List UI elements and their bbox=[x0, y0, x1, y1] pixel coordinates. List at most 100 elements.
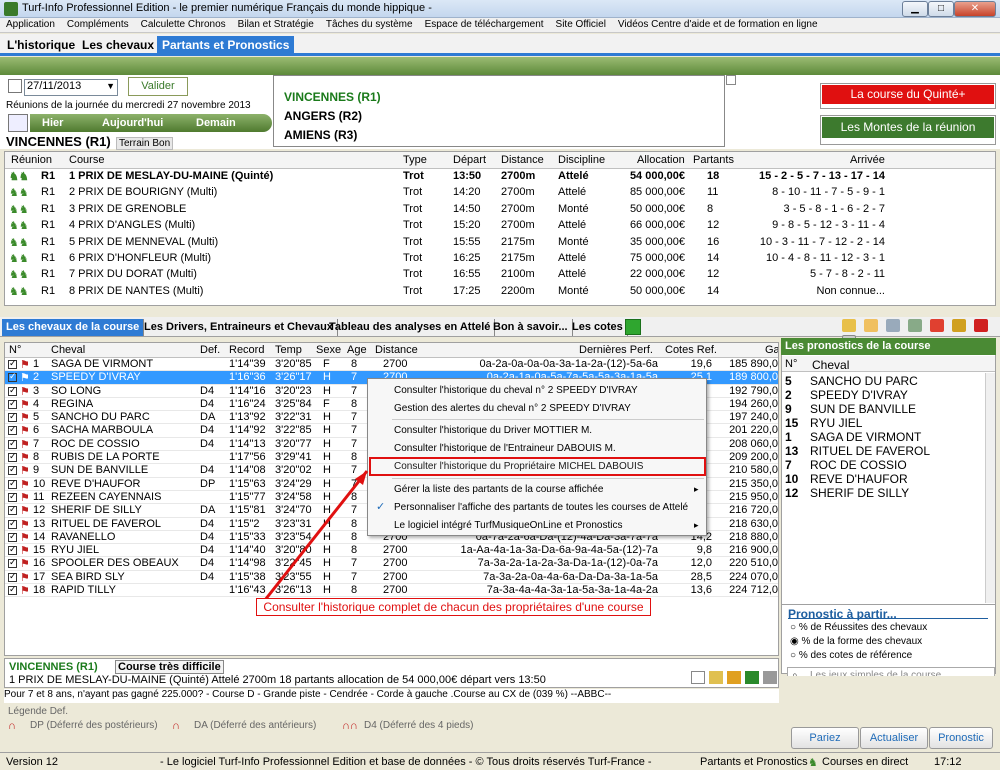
tab-chevaux[interactable]: Les chevaux bbox=[77, 36, 159, 55]
reunion-item-amiens[interactable]: AMIENS (R3) bbox=[284, 128, 357, 142]
col-record[interactable]: Record bbox=[229, 344, 264, 356]
calendar-icon[interactable] bbox=[8, 79, 22, 93]
checkbox[interactable] bbox=[8, 571, 17, 582]
col-def[interactable]: Def. bbox=[200, 344, 220, 356]
copy-icon[interactable] bbox=[886, 319, 900, 332]
col-reunion[interactable]: Réunion bbox=[11, 154, 52, 166]
close-button[interactable]: ✕ bbox=[954, 1, 996, 17]
valider-button[interactable]: Valider bbox=[128, 77, 188, 96]
horse-row[interactable]: ⚑16SPOOLER DES OBEAUXD41'14"983'22"45H72… bbox=[5, 557, 778, 571]
note-icon[interactable] bbox=[842, 319, 856, 332]
col-age[interactable]: Age bbox=[347, 344, 367, 356]
prono-item[interactable]: 10 REVE D'HAUFOR bbox=[785, 472, 908, 486]
menu-item-site[interactable]: Site Officiel bbox=[550, 18, 612, 30]
menu-item-calculette[interactable]: Calculette Chronos bbox=[135, 18, 232, 30]
prono-item[interactable]: 1 SAGA DE VIRMONT bbox=[785, 430, 921, 444]
horse-row[interactable]: ⚑15RYU JIELD41'14"403'20"80H827001a-Aa-4… bbox=[5, 544, 778, 558]
hier-button[interactable]: Hier bbox=[42, 114, 63, 132]
col-partants[interactable]: Partants bbox=[693, 154, 734, 166]
checkbox[interactable] bbox=[8, 478, 17, 489]
col-discipline[interactable]: Discipline bbox=[558, 154, 605, 166]
race-row[interactable]: ♞♞ R1 1 PRIX DE MESLAY-DU-MAINE (Quinté) Tr… bbox=[5, 169, 995, 186]
tab-cotes[interactable]: Les cotes bbox=[568, 319, 628, 336]
race-row[interactable]: ♞♞ R1 5 PRIX DE MENNEVAL (Multi) Trot 15:55 2… bbox=[5, 235, 995, 251]
menu-historique-entraineur[interactable]: Consulter l'historique de l'Entraineur D… bbox=[394, 443, 616, 454]
race-row[interactable]: ♞♞ R1 2 PRIX DE BOURIGNY (Multi) Trot 14:20 2… bbox=[5, 185, 995, 201]
print-icon[interactable] bbox=[908, 319, 922, 332]
horse-row[interactable]: ⚑1 SAGA DE VIRMONT 1'14"39 3'20"85 F 8 2700 0a-… bbox=[5, 358, 778, 372]
checkbox[interactable] bbox=[8, 371, 17, 383]
menu-alertes-cheval[interactable]: Gestion des alertes du cheval n° 2 SPEED… bbox=[394, 403, 631, 414]
col-arrivee[interactable]: Arrivée bbox=[850, 154, 885, 166]
checkbox[interactable] bbox=[8, 398, 17, 409]
col-sexe[interactable]: Sexe bbox=[316, 344, 341, 356]
menu-personnaliser-affiche[interactable]: Personnaliser l'affiche des partants de … bbox=[394, 502, 688, 513]
chevron-down-icon[interactable]: ▼ bbox=[106, 81, 115, 91]
menu-historique-cheval[interactable]: Consulter l'historique du cheval n° 2 SP… bbox=[394, 385, 638, 396]
doc-icon[interactable] bbox=[709, 671, 723, 684]
col-type[interactable]: Type bbox=[403, 154, 427, 166]
minimize-button[interactable]: ▁ bbox=[902, 1, 928, 17]
reunion-item-angers[interactable]: ANGERS (R2) bbox=[284, 109, 362, 123]
checkbox[interactable] bbox=[8, 491, 17, 502]
checkbox[interactable] bbox=[8, 451, 17, 463]
checkbox[interactable] bbox=[8, 424, 17, 436]
tab-drivers[interactable]: Les Drivers, Entraineurs et Chevaux bbox=[140, 319, 338, 336]
tab-bon-a-savoir[interactable]: Bon à savoir... bbox=[489, 319, 573, 336]
prono-item[interactable]: 5 SANCHO DU PARC bbox=[785, 374, 918, 388]
race-row[interactable]: ♞♞ R1 6 PRIX D'HONFLEUR (Multi) Trot 16:25 21… bbox=[5, 251, 995, 267]
col-prono-num[interactable]: N° bbox=[785, 358, 797, 370]
col-dernieres-perf[interactable]: Dernières Perf. bbox=[579, 344, 653, 356]
demain-button[interactable]: Demain bbox=[196, 114, 236, 132]
col-prono-cheval[interactable]: Cheval bbox=[812, 358, 849, 372]
tab-analyses[interactable]: Tableau des analyses en Attelé bbox=[325, 319, 496, 336]
checkbox[interactable] bbox=[8, 358, 17, 369]
race-row[interactable]: ♞♞ R1 3 PRIX DE GRENOBLE Trot 14:50 2700m Mont… bbox=[5, 202, 995, 218]
excel-icon[interactable] bbox=[745, 671, 759, 684]
menu-item-taches[interactable]: Tâches du système bbox=[320, 18, 419, 30]
quinte-button[interactable]: La course du Quinté+ bbox=[820, 83, 996, 109]
reunion-item-vincennes[interactable]: VINCENNES (R1) bbox=[284, 90, 381, 104]
menu-historique-driver[interactable]: Consulter l'historique du Driver MOTTIER… bbox=[394, 425, 592, 436]
radio-reussites[interactable]: ○ % de Réussites des chevaux bbox=[790, 622, 927, 633]
prono-item[interactable]: 9 SUN DE BANVILLE bbox=[785, 402, 916, 416]
green-square-icon[interactable] bbox=[625, 319, 641, 335]
race-row[interactable]: ♞♞ R1 8 PRIX DE NANTES (Multi) Trot 17:25 220… bbox=[5, 284, 995, 300]
prono-item[interactable]: 13 RITUEL DE FAVEROL bbox=[785, 444, 930, 458]
col-depart[interactable]: Départ bbox=[453, 154, 486, 166]
menu-turfmusique[interactable]: Le logiciel intégré TurfMusiqueOnLine et… bbox=[394, 520, 622, 531]
montes-button[interactable]: Les Montes de la réunion bbox=[820, 115, 996, 145]
prono-item[interactable]: 12 SHERIF DE SILLY bbox=[785, 486, 909, 500]
horse-row[interactable]: ⚑17SEA BIRD SLYD41'15"383'23"55H727007a-… bbox=[5, 571, 778, 585]
race-row[interactable]: ♞♞ R1 4 PRIX D'ANGLES (Multi) Trot 15:20 2700… bbox=[5, 218, 995, 234]
menu-item-videos[interactable]: Vidéos Centre d'aide et de formation en … bbox=[612, 18, 824, 30]
col-allocation[interactable]: Allocation bbox=[637, 154, 685, 166]
col-num[interactable]: N° bbox=[9, 344, 21, 356]
checkbox[interactable] bbox=[8, 518, 17, 529]
checkbox[interactable] bbox=[8, 531, 17, 542]
col-distance[interactable]: Distance bbox=[375, 344, 418, 356]
tab-pronostics[interactable]: Partants et Pronostics bbox=[157, 36, 295, 55]
checkbox[interactable] bbox=[8, 584, 17, 596]
warning-icon[interactable] bbox=[952, 319, 966, 332]
prono-item[interactable]: 15 RYU JIEL bbox=[785, 416, 862, 430]
radio-cotes[interactable]: ○ % des cotes de référence bbox=[790, 650, 912, 661]
prono-item[interactable]: 7 ROC DE COSSIO bbox=[785, 458, 907, 472]
col-cotes-ref[interactable]: Cotes Ref. bbox=[665, 344, 717, 356]
folder-icon[interactable] bbox=[864, 319, 878, 332]
tab-historique[interactable]: L'historique bbox=[2, 36, 80, 55]
search-small-icon[interactable] bbox=[691, 671, 705, 684]
col-temp[interactable]: Temp bbox=[275, 344, 302, 356]
pronostic-button[interactable]: Pronostic bbox=[929, 727, 993, 749]
actualiser-button[interactable]: Actualiser bbox=[860, 727, 928, 749]
checkbox[interactable] bbox=[8, 411, 17, 423]
alert-icon[interactable] bbox=[930, 319, 944, 332]
checkbox[interactable] bbox=[8, 557, 17, 569]
menu-item-complements[interactable]: Compléments bbox=[61, 18, 135, 30]
z-icon[interactable] bbox=[974, 319, 988, 332]
checkbox[interactable] bbox=[8, 464, 17, 476]
pariez-button[interactable]: Pariez bbox=[791, 727, 859, 749]
tab-chevaux-course[interactable]: Les chevaux de la course bbox=[2, 319, 145, 336]
col-course[interactable]: Course bbox=[69, 154, 104, 166]
col-distance[interactable]: Distance bbox=[501, 154, 544, 166]
